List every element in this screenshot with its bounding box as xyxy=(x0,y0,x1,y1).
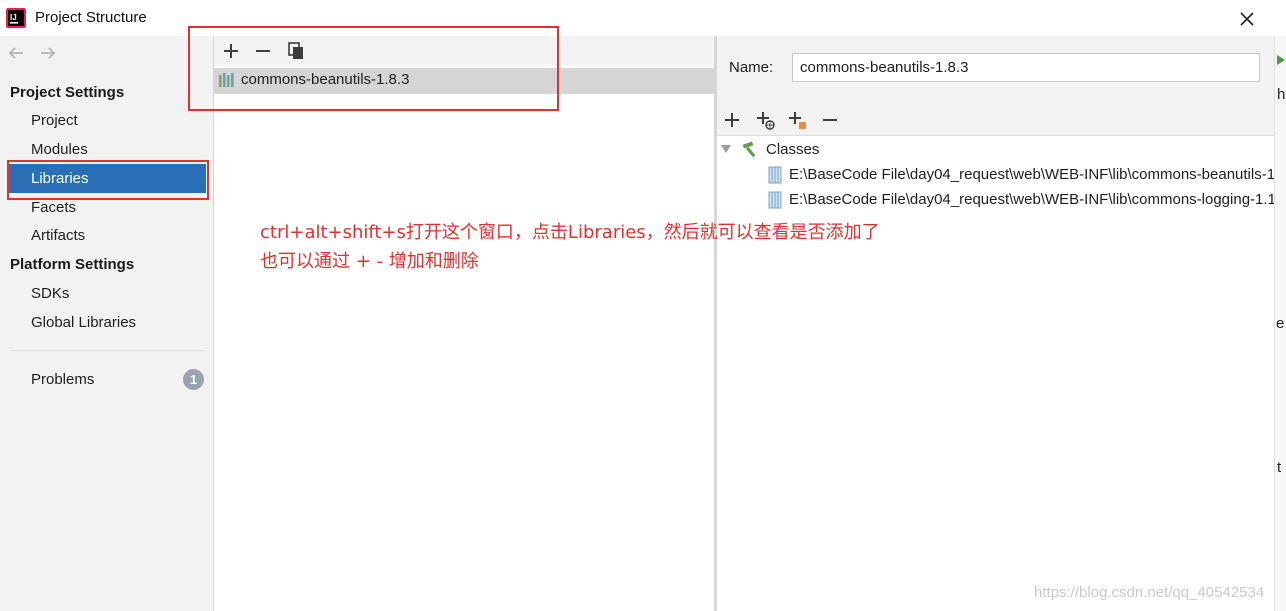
libraries-list-panel xyxy=(214,36,714,611)
add-excluded-icon[interactable] xyxy=(786,109,808,131)
forward-arrow-icon[interactable] xyxy=(38,44,58,62)
background-editor-edge: h e t xyxy=(1274,36,1286,611)
edge-char: t xyxy=(1277,459,1282,476)
collapse-arrow-icon[interactable] xyxy=(720,143,732,155)
detail-toolbar-divider xyxy=(717,135,1286,136)
edge-char: e xyxy=(1276,315,1285,332)
sidebar-divider xyxy=(10,350,204,351)
problems-count-badge: 1 xyxy=(183,369,204,390)
sidebar-item-sdks[interactable]: SDKs xyxy=(8,279,206,308)
annotation-line-1: ctrl+alt+shift+s打开这个窗口，点击Libraries，然后就可以… xyxy=(260,222,880,243)
sidebar-item-artifacts[interactable]: Artifacts xyxy=(8,221,206,250)
run-arrow-icon xyxy=(1277,55,1285,65)
back-arrow-icon[interactable] xyxy=(6,44,26,62)
classes-hammer-icon xyxy=(742,141,756,158)
project-settings-heading: Project Settings xyxy=(10,84,125,101)
classes-node-label: Classes xyxy=(766,141,820,158)
classes-path-item[interactable]: E:\BaseCode File\day04_request\web\WEB-I… xyxy=(789,191,1286,208)
toolbar-highlight-box xyxy=(188,26,559,111)
sidebar-item-project[interactable]: Project xyxy=(8,106,206,135)
sidebar-item-problems[interactable]: Problems xyxy=(8,365,206,394)
window-title: Project Structure xyxy=(35,9,147,26)
remove-classes-icon[interactable] xyxy=(819,109,841,131)
jar-file-icon xyxy=(768,191,782,209)
add-url-icon[interactable] xyxy=(754,109,776,131)
intellij-app-icon: IJ xyxy=(6,8,26,28)
svg-text:IJ: IJ xyxy=(10,13,17,22)
platform-settings-heading: Platform Settings xyxy=(10,256,135,273)
name-field-label: Name: xyxy=(729,59,774,76)
classes-path-item[interactable]: E:\BaseCode File\day04_request\web\WEB-I… xyxy=(789,166,1286,183)
libraries-highlight-box xyxy=(7,160,209,200)
close-icon[interactable] xyxy=(1234,6,1260,32)
watermark: https://blog.csdn.net/qq_40542534 xyxy=(1034,584,1265,601)
annotation-line-2: 也可以通过 + - 增加和删除 xyxy=(260,251,479,272)
add-classes-icon[interactable] xyxy=(721,109,743,131)
sidebar-item-global-libraries[interactable]: Global Libraries xyxy=(8,308,206,337)
jar-file-icon xyxy=(768,166,782,184)
edge-char: h xyxy=(1277,86,1286,103)
name-field[interactable] xyxy=(792,53,1260,82)
